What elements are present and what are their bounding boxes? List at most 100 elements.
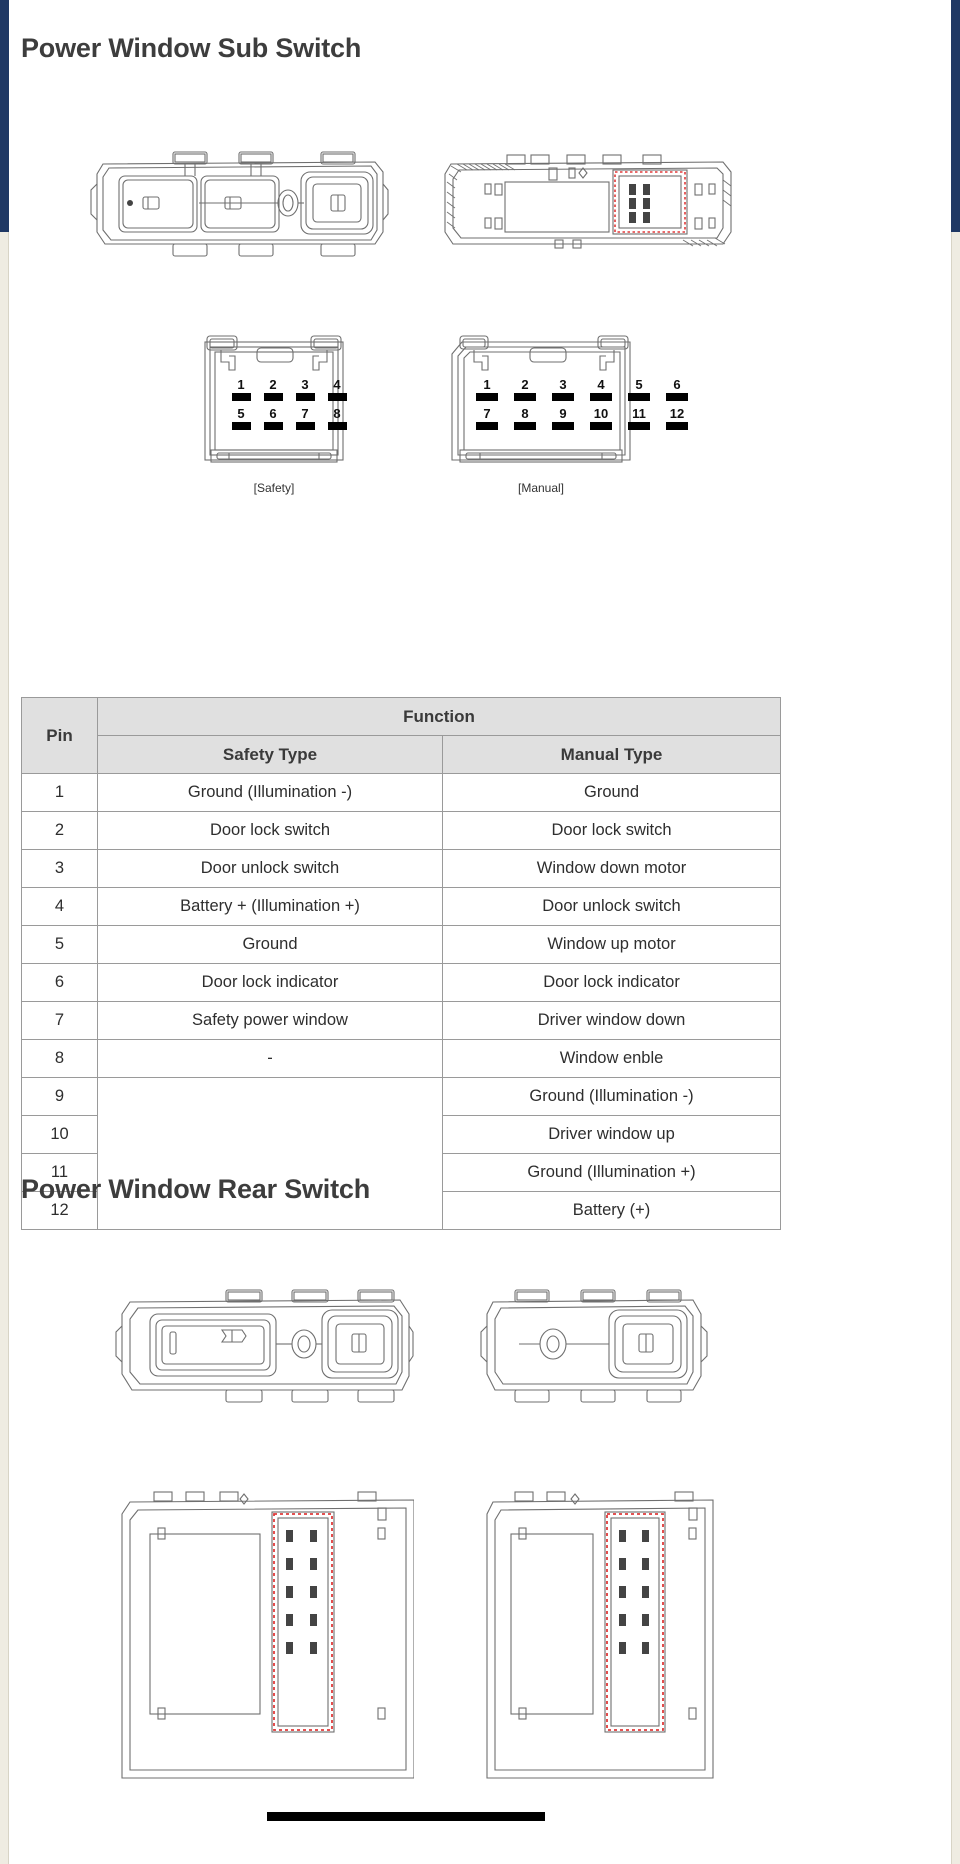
pin-cell: 8 — [510, 407, 540, 430]
cell-pin: 8 — [21, 1039, 98, 1078]
pin-number: 3 — [559, 377, 567, 392]
pin-number: 1 — [237, 377, 245, 392]
safety-connector-caption: [Safety] — [253, 481, 295, 495]
pin-function-table: Pin Function Safety Type Manual Type 1 G… — [21, 697, 782, 1230]
page-root: Power Window Sub Switch 1 2 3 4 5 6 7 8 … — [0, 0, 960, 1864]
pin-number: 10 — [593, 406, 609, 421]
pin-number: 6 — [269, 406, 277, 421]
pin-number: 12 — [669, 406, 685, 421]
pin-number: 9 — [559, 406, 567, 421]
cell-safety: Door lock switch — [97, 811, 443, 850]
page-edge-right-lower — [951, 232, 960, 1864]
table-row: 9 Ground (Illumination -) — [21, 1077, 782, 1230]
pin-row: 1 2 3 4 — [229, 378, 349, 401]
pin-number: 5 — [237, 406, 245, 421]
page-title-power-window-rear-switch: Power Window Rear Switch — [21, 1174, 371, 1204]
pin-blade-icon — [327, 393, 347, 401]
pin-cell: 2 — [261, 378, 285, 401]
cell-manual: Battery (+) — [441, 1191, 782, 1230]
pin-number: 11 — [632, 406, 646, 421]
pin-blade-icon — [552, 422, 574, 430]
pin-cell: 3 — [548, 378, 578, 401]
pin-cell: 7 — [472, 407, 502, 430]
pin-cell: 10 — [586, 407, 616, 430]
pin-number: 3 — [301, 377, 309, 392]
table-row: 5 Ground Window up motor — [21, 925, 782, 964]
pin-number: 1 — [483, 377, 491, 392]
page-title-power-window-sub-switch: Power Window Sub Switch — [21, 33, 362, 63]
cell-pin: 10 — [21, 1115, 98, 1154]
table-row: 3 Door unlock switch Window down motor — [21, 849, 782, 888]
pin-cell: 4 — [586, 378, 616, 401]
pin-blade-icon — [666, 393, 688, 401]
pin-blade-icon — [263, 393, 283, 401]
pin-cell: 1 — [472, 378, 502, 401]
manual-connector-pin-grid: 1 2 3 4 5 6 7 8 9 10 11 12 — [472, 378, 692, 430]
pin-cell: 1 — [229, 378, 253, 401]
manual-connector-caption: [Manual] — [517, 481, 565, 495]
cell-manual: Window down motor — [441, 849, 782, 888]
pin-cell: 2 — [510, 378, 540, 401]
pin-number: 7 — [301, 406, 309, 421]
cell-manual: Ground — [441, 773, 782, 812]
cell-manual: Window enble — [441, 1039, 782, 1078]
cell-pin: 3 — [21, 849, 98, 888]
pin-blade-icon — [628, 422, 650, 430]
pin-cell: 7 — [293, 407, 317, 430]
cell-manual: Driver window down — [441, 1001, 782, 1040]
pin-number: 7 — [483, 406, 491, 421]
pin-number: 8 — [521, 406, 529, 421]
pin-blade-icon — [231, 393, 251, 401]
pin-cell: 12 — [662, 407, 692, 430]
pin-blade-icon — [628, 393, 650, 401]
sub-switch-rear-view-drawing — [437, 140, 737, 265]
cell-manual: Driver window up — [441, 1115, 782, 1154]
cell-pin: 7 — [21, 1001, 98, 1040]
pin-blade-icon — [590, 422, 612, 430]
pin-row: 5 6 7 8 — [229, 407, 349, 430]
cell-pin: 9 — [21, 1077, 98, 1116]
pin-row: 1 2 3 4 5 6 — [472, 378, 692, 401]
cell-safety: - — [97, 1039, 443, 1078]
pin-number: 2 — [521, 377, 529, 392]
pin-cell: 3 — [293, 378, 317, 401]
cell-pin: 5 — [21, 925, 98, 964]
pin-cell: 11 — [624, 407, 654, 430]
pin-blade-icon — [590, 393, 612, 401]
pin-cell: 4 — [325, 378, 349, 401]
pin-cell: 9 — [548, 407, 578, 430]
cell-safety: Door unlock switch — [97, 849, 443, 888]
cell-manual: Door lock indicator — [441, 963, 782, 1002]
page-edge-right-top — [951, 0, 960, 232]
cell-pin: 6 — [21, 963, 98, 1002]
table-header-row-2: Safety Type Manual Type — [22, 735, 782, 774]
pin-blade-icon — [552, 393, 574, 401]
pin-number: 4 — [333, 377, 341, 392]
manual-connector-diagram: 1 2 3 4 5 6 7 8 9 10 11 12 — [446, 332, 688, 472]
document-page: Power Window Sub Switch 1 2 3 4 5 6 7 8 … — [9, 0, 951, 1864]
cell-manual: Ground (Illumination +) — [441, 1153, 782, 1192]
pin-number: 5 — [635, 377, 643, 392]
safety-connector-pin-grid: 1 2 3 4 5 6 7 8 — [229, 378, 349, 430]
pin-blade-icon — [476, 422, 498, 430]
pin-cell: 6 — [261, 407, 285, 430]
pin-number: 8 — [333, 406, 341, 421]
table-header-row-1: Pin Function — [21, 697, 782, 774]
pin-blade-icon — [295, 393, 315, 401]
rear-switch-right-view-drawing — [479, 1280, 709, 1410]
column-header-pin: Pin — [21, 697, 98, 774]
page-edge-left-lower — [0, 232, 9, 1864]
cell-safety: Battery + (Illumination +) — [97, 887, 443, 926]
table-row: 2 Door lock switch Door lock switch — [21, 811, 782, 850]
pin-blade-icon — [514, 422, 536, 430]
safety-connector-diagram: 1 2 3 4 5 6 7 8 — [199, 332, 349, 472]
column-header-function: Function — [96, 697, 782, 736]
rear-switch-right-connector-drawing — [479, 1478, 719, 1864]
pin-blade-icon — [666, 422, 688, 430]
cell-safety: Door lock indicator — [97, 963, 443, 1002]
column-header-safety-type: Safety Type — [97, 735, 443, 774]
pin-blade-icon — [327, 422, 347, 430]
pin-cell: 8 — [325, 407, 349, 430]
pin-number: 6 — [673, 377, 681, 392]
table-row: 6 Door lock indicator Door lock indicato… — [21, 963, 782, 1002]
